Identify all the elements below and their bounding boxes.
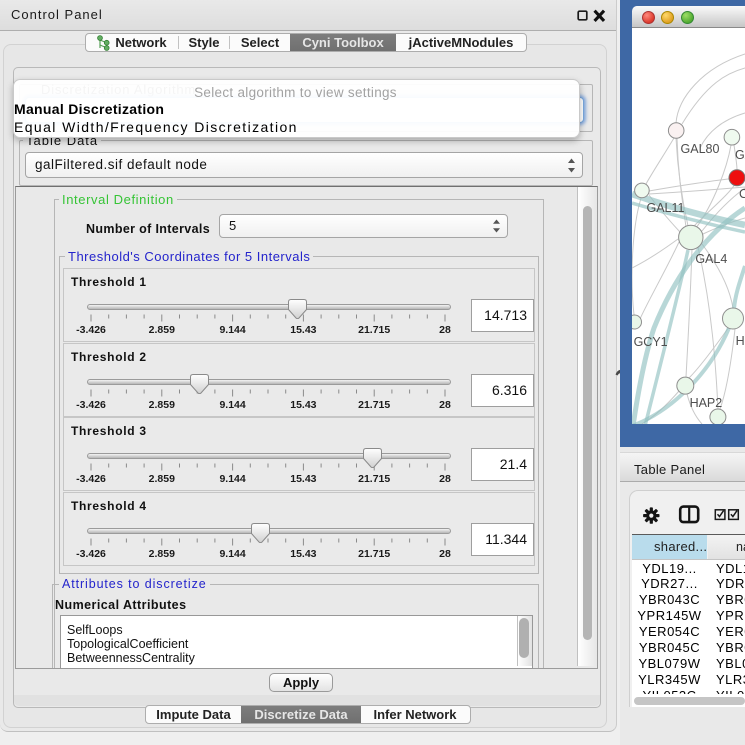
svg-text:-3.426: -3.426 [76, 399, 106, 411]
svg-text:15.43: 15.43 [290, 324, 316, 336]
svg-text:15.43: 15.43 [290, 473, 316, 485]
svg-text:28: 28 [439, 399, 451, 411]
svg-text:21.715: 21.715 [358, 473, 390, 485]
svg-text:2.859: 2.859 [149, 324, 175, 336]
svg-text:15.43: 15.43 [290, 399, 316, 411]
svg-text:9.144: 9.144 [219, 548, 245, 560]
svg-text:-3.426: -3.426 [76, 548, 106, 560]
svg-text:28: 28 [439, 548, 451, 560]
svg-text:9.144: 9.144 [219, 399, 245, 411]
svg-text:-3.426: -3.426 [76, 473, 106, 485]
svg-text:2.859: 2.859 [149, 399, 175, 411]
svg-text:2.859: 2.859 [149, 548, 175, 560]
svg-text:21.715: 21.715 [358, 324, 390, 336]
svg-text:GAL11: GAL11 [647, 201, 685, 215]
svg-text:28: 28 [439, 324, 451, 336]
svg-text:2.859: 2.859 [149, 473, 175, 485]
svg-text:15.43: 15.43 [290, 548, 316, 560]
svg-text:HAP2: HAP2 [690, 396, 723, 410]
svg-text:C: C [739, 187, 745, 201]
svg-text:GAL4: GAL4 [695, 252, 727, 266]
svg-text:28: 28 [439, 473, 451, 485]
svg-text:9.144: 9.144 [219, 473, 245, 485]
svg-text:H: H [736, 334, 745, 348]
svg-text:GCY1: GCY1 [634, 335, 668, 349]
svg-text:GA: GA [735, 148, 745, 162]
svg-text:-3.426: -3.426 [76, 324, 106, 336]
svg-text:21.715: 21.715 [358, 548, 390, 560]
svg-text:GAL80: GAL80 [681, 142, 720, 156]
svg-text:9.144: 9.144 [219, 324, 245, 336]
svg-text:21.715: 21.715 [358, 399, 390, 411]
